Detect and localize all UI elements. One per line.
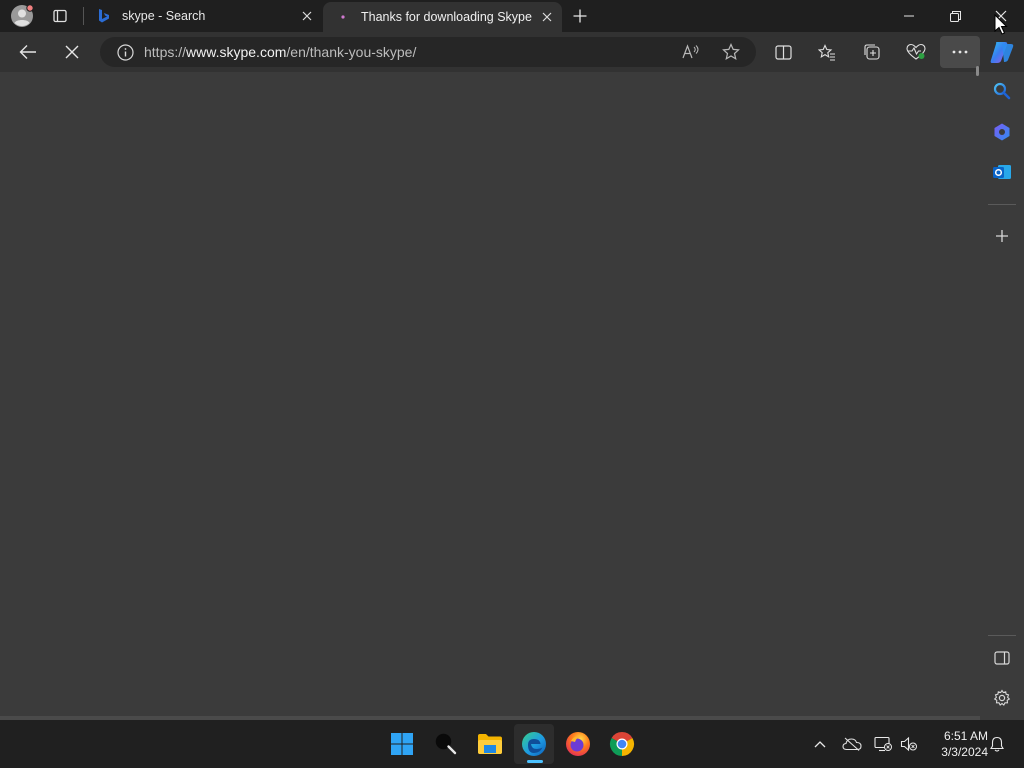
page-content[interactable] [0, 72, 980, 718]
copilot-button[interactable] [988, 38, 1016, 66]
chrome-icon [609, 731, 635, 756]
sidebar-divider-bottom [988, 635, 1016, 636]
chrome-taskbar-button[interactable] [602, 724, 642, 764]
show-hidden-icons-button[interactable] [810, 734, 830, 754]
close-tab-icon[interactable] [536, 6, 558, 28]
clock-time: 6:51 AM [943, 729, 988, 743]
taskbar-clock[interactable]: 6:51 AM 3/3/2024 [926, 728, 988, 760]
minimize-icon [904, 15, 914, 17]
windows-logo-icon [391, 733, 413, 755]
tab-actions-icon [53, 9, 67, 23]
collections-button[interactable] [856, 36, 888, 68]
heart-pulse-icon [906, 43, 926, 60]
sidebar-divider [988, 204, 1016, 205]
stop-icon [65, 45, 79, 59]
mouse-cursor [994, 13, 1008, 36]
file-explorer-button[interactable] [470, 724, 510, 764]
profile-button[interactable] [8, 3, 36, 29]
search-icon [435, 733, 457, 755]
folder-icon [478, 734, 502, 754]
split-screen-icon [774, 44, 792, 60]
sidebar-search-button[interactable] [984, 73, 1020, 109]
tab-title: Thanks for downloading Skype [361, 10, 532, 24]
search-icon [993, 82, 1011, 100]
loading-dot-icon [335, 9, 351, 25]
edge-taskbar-button[interactable] [514, 724, 554, 764]
network-tray-button[interactable] [872, 734, 894, 754]
browser-essentials-button[interactable] [900, 36, 932, 68]
volume-tray-button[interactable] [898, 734, 920, 754]
volume-muted-icon [900, 736, 917, 752]
site-info-icon[interactable] [116, 43, 134, 61]
split-screen-button[interactable] [767, 36, 799, 68]
sidebar-settings-button[interactable] [984, 680, 1020, 716]
sidebar-outlook-button[interactable] [984, 154, 1020, 190]
gear-icon [993, 689, 1011, 706]
tab-thanks-for-downloading-skype[interactable]: Thanks for downloading Skype [323, 2, 562, 32]
favorites-button[interactable] [811, 36, 843, 68]
new-tab-button[interactable] [568, 4, 592, 28]
onedrive-offline-icon [842, 737, 862, 751]
tab-actions-button[interactable] [48, 4, 72, 28]
active-app-indicator [527, 760, 543, 763]
clock-date: 3/3/2024 [941, 745, 988, 759]
start-button[interactable] [382, 724, 422, 764]
sidebar-toggle-icon [994, 651, 1010, 665]
sidebar-designer-button[interactable] [984, 114, 1020, 150]
close-tab-icon[interactable] [296, 5, 318, 27]
collections-icon [864, 44, 880, 60]
address-bar[interactable]: https://www.skype.com/en/thank-you-skype… [100, 37, 756, 67]
url-path: /en/thank-you-skype/ [286, 44, 417, 60]
taskbar-search-button[interactable] [426, 724, 466, 764]
copilot-icon [990, 42, 1014, 63]
url-prefix: https:// [144, 44, 187, 60]
outlook-icon [993, 165, 1011, 179]
restore-button[interactable] [932, 0, 978, 32]
edge-icon [522, 732, 546, 756]
tab-skype-search[interactable]: skype - Search [84, 0, 322, 32]
favorite-button[interactable] [720, 41, 742, 63]
settings-and-more-button[interactable] [940, 36, 980, 68]
bell-icon [990, 736, 1004, 752]
sidebar-add-button[interactable] [984, 218, 1020, 254]
firefox-icon [566, 732, 590, 756]
network-disconnected-icon [874, 736, 892, 752]
hide-sidebar-button[interactable] [984, 640, 1020, 676]
chevron-up-icon [814, 741, 826, 748]
taskbar [0, 720, 1024, 768]
more-dots-icon [952, 50, 968, 54]
minimize-button[interactable] [886, 0, 932, 32]
notifications-button[interactable] [986, 734, 1008, 754]
onedrive-tray-button[interactable] [840, 734, 864, 754]
read-aloud-button[interactable] [680, 42, 702, 62]
profile-avatar-icon [11, 4, 34, 27]
stop-loading-button[interactable] [56, 36, 88, 68]
favorites-icon [818, 43, 835, 61]
url-domain: www.skype.com [186, 44, 287, 60]
plus-icon [573, 9, 587, 23]
star-icon [722, 43, 740, 61]
plus-icon [996, 230, 1008, 242]
bing-icon [96, 8, 112, 24]
restore-icon [949, 10, 961, 22]
read-aloud-icon [682, 44, 699, 59]
scrollbar-thumb[interactable] [976, 66, 979, 76]
back-button[interactable] [12, 36, 44, 68]
tab-title: skype - Search [122, 9, 206, 23]
back-arrow-icon [19, 45, 36, 59]
url-text[interactable]: https://www.skype.com/en/thank-you-skype… [144, 44, 416, 60]
designer-icon [994, 123, 1010, 141]
firefox-taskbar-button[interactable] [558, 724, 598, 764]
